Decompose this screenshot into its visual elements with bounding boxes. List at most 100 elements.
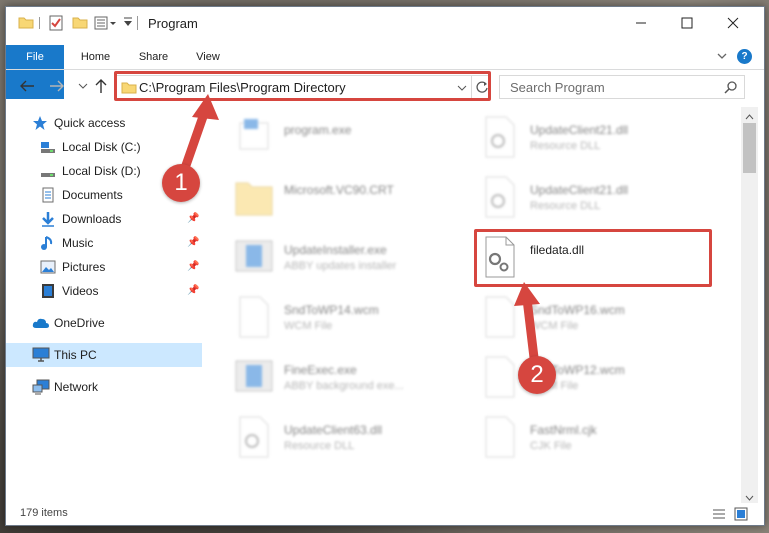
file-highlight-box: [474, 229, 712, 287]
sidebar-item-network[interactable]: Network: [6, 375, 202, 399]
properties-icon[interactable]: [48, 15, 64, 34]
file-type: Resource DLL: [530, 140, 601, 152]
forward-button[interactable]: [48, 77, 66, 95]
installer-file-icon: [232, 353, 276, 401]
file-item[interactable]: UpdateClient63.dll Resource DLL: [232, 413, 462, 467]
sidebar-item-quick-access[interactable]: Quick access: [6, 111, 202, 135]
installer-file-icon: [232, 233, 276, 281]
minimize-icon: [636, 22, 646, 24]
title-divider: [137, 16, 138, 30]
file-name: SndToWP16.wcm: [530, 303, 625, 317]
file-item[interactable]: program.exe: [232, 113, 462, 167]
cloud-icon: [32, 315, 49, 331]
file-type: Resource DLL: [284, 440, 355, 452]
pin-icon[interactable]: 📌: [187, 285, 199, 296]
view-options-icon[interactable]: [94, 15, 116, 34]
maximize-button[interactable]: [664, 7, 710, 39]
file-item[interactable]: SndToWP16.wcm WCM File: [478, 293, 708, 347]
file-item[interactable]: UpdateClient21.dll Resource DLL: [478, 113, 708, 167]
file-item[interactable]: UpdateInstaller.exe ABBY updates install…: [232, 233, 462, 287]
up-button[interactable]: [92, 77, 110, 95]
generic-file-icon: [478, 293, 522, 341]
sidebar-item-label: Documents: [62, 188, 123, 202]
pin-icon[interactable]: 📌: [187, 261, 199, 272]
sidebar-item-downloads[interactable]: Downloads 📌: [6, 207, 202, 231]
file-item[interactable]: SndToWP14.wcm WCM File: [232, 293, 462, 347]
file-item[interactable]: FastNrml.cjk CJK File: [478, 413, 708, 467]
search-box[interactable]: Search Program: [499, 75, 745, 99]
sidebar-item-label: Network: [54, 380, 99, 394]
scrollbar-thumb[interactable]: [743, 123, 756, 173]
file-item[interactable]: UpdateClient21.dll Resource DLL: [478, 173, 708, 227]
vertical-scrollbar[interactable]: [741, 107, 758, 503]
pin-icon[interactable]: 📌: [187, 213, 199, 224]
file-type: WCM File: [530, 320, 579, 332]
file-name: FastNrml.cjk: [530, 423, 597, 437]
new-folder-icon[interactable]: [72, 15, 88, 32]
sidebar-item-label: Local Disk (D:): [62, 164, 141, 178]
generic-file-icon: [232, 293, 276, 341]
file-name: program.exe: [284, 123, 352, 137]
large-icons-view-icon[interactable]: [734, 507, 748, 524]
sidebar-item-label: Downloads: [62, 212, 122, 226]
forward-arrow-icon: [50, 80, 64, 92]
sidebar-item-videos[interactable]: Videos 📌: [6, 279, 202, 303]
file-name: UpdateClient63.dll: [284, 423, 383, 437]
item-count: 179 items: [20, 507, 68, 519]
download-icon: [40, 211, 56, 227]
details-view-icon[interactable]: [712, 508, 726, 523]
computer-icon: [32, 347, 50, 363]
file-item[interactable]: FineExec.exe ABBY background exe...: [232, 353, 462, 407]
sidebar-item-this-pc[interactable]: This PC: [6, 343, 202, 367]
drive-icon: [40, 139, 56, 155]
file-type: ABBY background exe...: [284, 380, 404, 392]
folder-icon: [18, 15, 34, 32]
search-icon[interactable]: [724, 81, 738, 98]
recent-locations-button[interactable]: [74, 77, 92, 95]
sidebar-item-onedrive[interactable]: OneDrive: [6, 311, 202, 335]
file-type: CJK File: [530, 440, 572, 452]
music-icon: [40, 235, 56, 251]
status-bar: 179 items: [6, 504, 764, 525]
file-item[interactable]: SndToWP12.wcm WCM File: [478, 353, 708, 407]
generic-file-icon: [478, 413, 522, 461]
file-type: WCM File: [284, 320, 333, 332]
sidebar-item-label: Quick access: [54, 116, 126, 130]
sidebar-item-pictures[interactable]: Pictures 📌: [6, 255, 202, 279]
toolbar-divider: [39, 17, 40, 29]
minimize-button[interactable]: [618, 7, 664, 39]
star-icon: [32, 115, 48, 131]
sidebar-item-label: Music: [62, 236, 94, 250]
tab-home[interactable]: Home: [68, 45, 123, 69]
pin-icon[interactable]: 📌: [187, 237, 199, 248]
file-list: program.exe UpdateClient21.dll Resource …: [206, 107, 741, 503]
expand-ribbon-icon[interactable]: [716, 50, 728, 65]
generic-file-icon: [478, 353, 522, 401]
title-bar: Program: [6, 7, 764, 39]
tab-share[interactable]: Share: [126, 45, 181, 69]
scroll-down-icon[interactable]: [745, 491, 754, 505]
window-title: Program: [148, 16, 198, 31]
file-name: SndToWP14.wcm: [284, 303, 379, 317]
close-icon: [727, 17, 739, 29]
file-item[interactable]: Microsoft.VC90.CRT: [232, 173, 462, 227]
help-icon[interactable]: ?: [737, 49, 752, 64]
file-type: ABBY updates installer: [284, 260, 397, 272]
back-button[interactable]: [18, 77, 36, 95]
sidebar-item-music[interactable]: Music 📌: [6, 231, 202, 255]
exe-file-icon: [232, 113, 276, 161]
sidebar-item-local-disk-c[interactable]: Local Disk (C:): [6, 135, 202, 159]
ribbon-tabs: File Home Share View ?: [6, 45, 764, 99]
dll-file-icon: [478, 113, 522, 161]
step-badge-2: 2: [518, 356, 556, 394]
scroll-up-icon[interactable]: [745, 110, 754, 124]
network-icon: [32, 379, 50, 395]
file-name: UpdateClient21.dll: [530, 123, 629, 137]
dll-file-icon: [232, 413, 276, 461]
tab-view[interactable]: View: [183, 45, 233, 69]
customize-toolbar-icon[interactable]: [123, 16, 133, 31]
search-input[interactable]: Search Program: [510, 80, 605, 95]
pictures-icon: [40, 259, 56, 275]
back-arrow-icon: [20, 80, 34, 92]
close-button[interactable]: [710, 7, 756, 39]
